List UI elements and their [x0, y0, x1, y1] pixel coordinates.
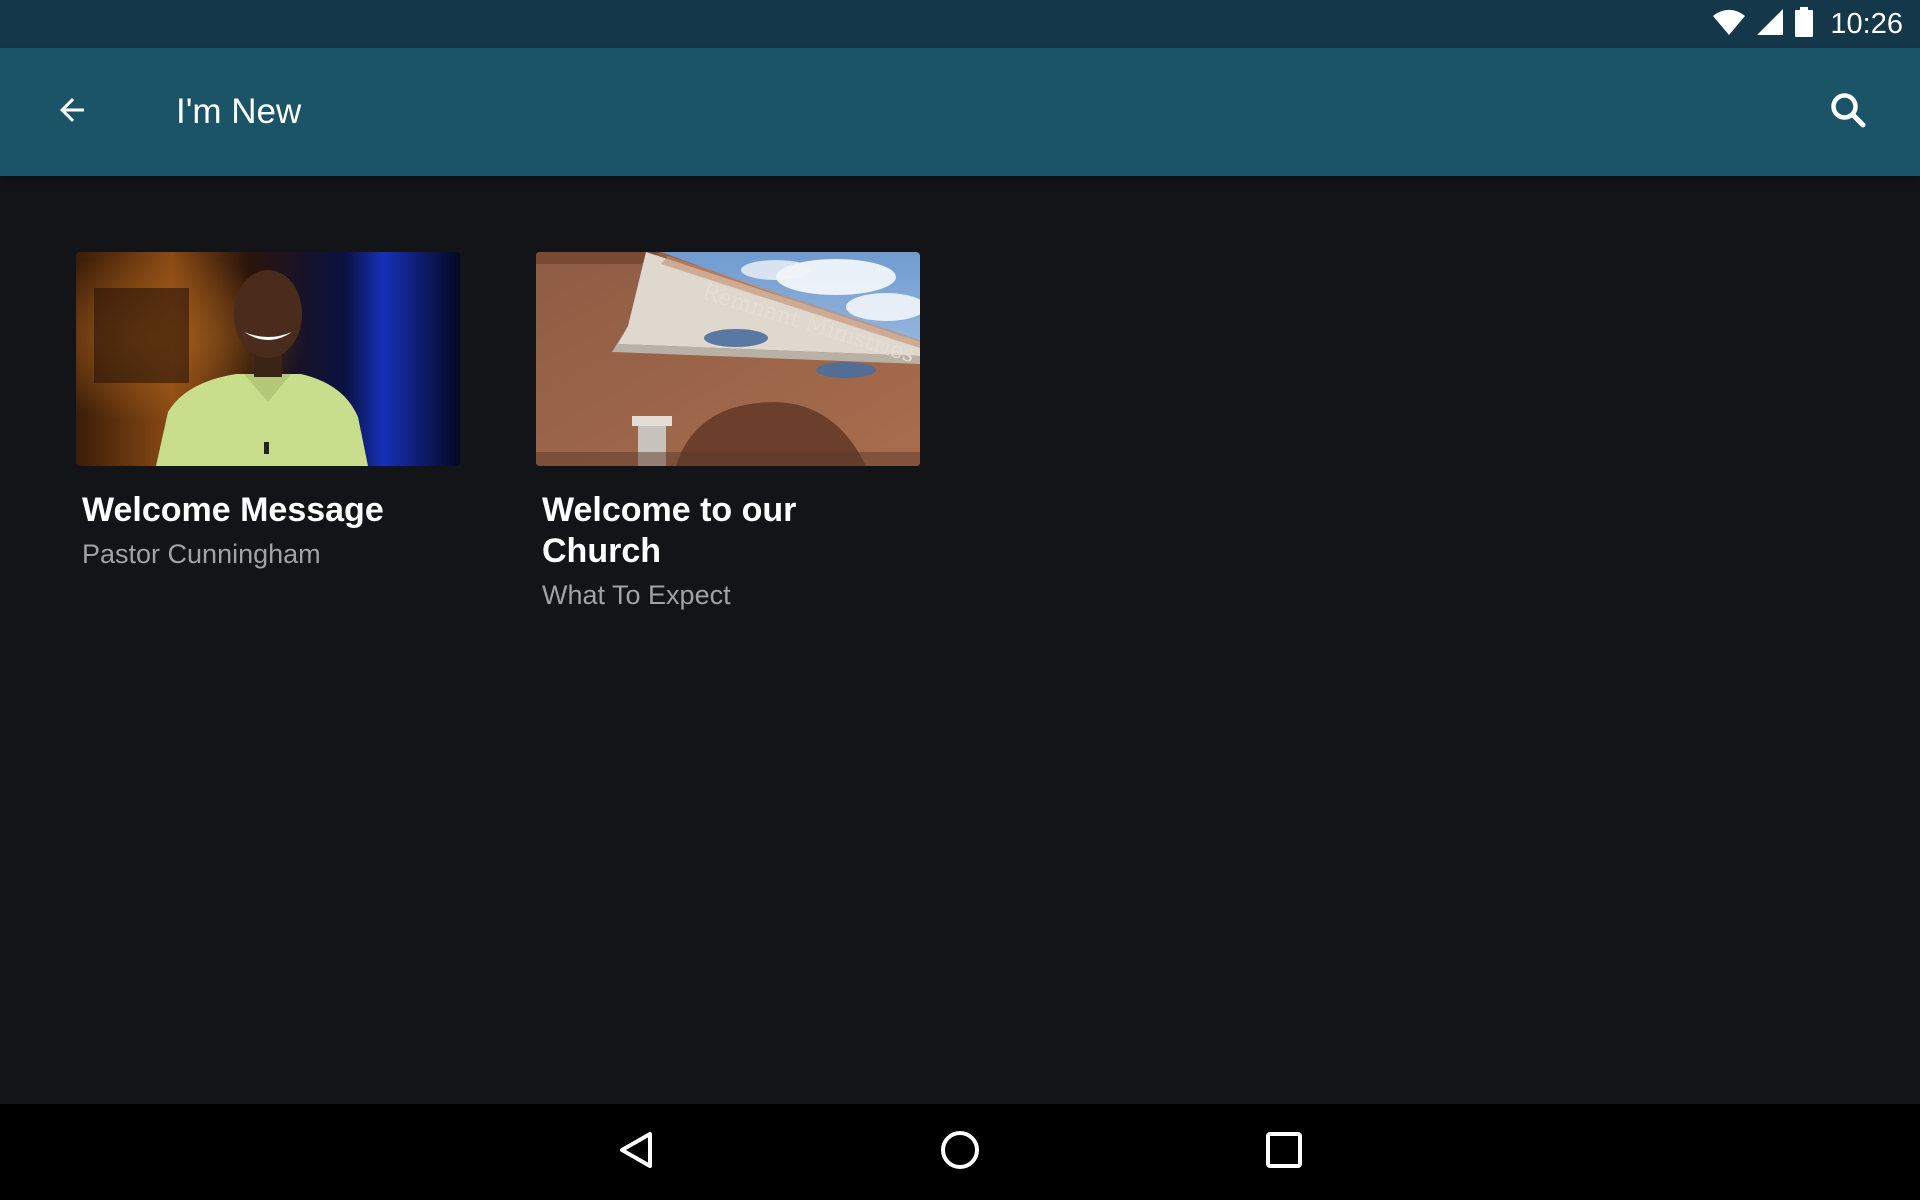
cell-signal-icon: [1756, 8, 1784, 41]
nav-recents-button[interactable]: [1252, 1120, 1316, 1184]
status-bar: 10:26: [0, 0, 1920, 48]
nav-home-icon: [939, 1129, 981, 1176]
arrow-back-icon: [54, 92, 90, 133]
page-title: I'm New: [176, 92, 302, 131]
nav-recents-icon: [1265, 1131, 1303, 1174]
card-title: Welcome Message: [82, 491, 384, 529]
nav-back-button[interactable]: [604, 1120, 668, 1184]
card-title: Welcome to our Church: [542, 491, 797, 570]
nav-home-button[interactable]: [928, 1120, 992, 1184]
church-building-thumbnail: Remnant Ministries: [536, 252, 920, 466]
status-time: 10:26: [1830, 7, 1903, 40]
card-subtitle: What To Expect: [542, 580, 731, 610]
battery-icon: [1794, 6, 1814, 42]
nav-back-icon: [616, 1130, 656, 1175]
media-card[interactable]: Remnant Ministries Welcome to our Church…: [536, 252, 920, 612]
pastor-video-thumbnail: [76, 252, 460, 466]
content-area: Welcome Message Pastor Cunningham Remnan…: [0, 176, 1920, 1104]
wifi-icon: [1712, 8, 1746, 41]
app-bar: I'm New: [0, 48, 1920, 176]
search-button[interactable]: [1816, 86, 1880, 138]
media-card[interactable]: Welcome Message Pastor Cunningham: [76, 252, 460, 571]
navigation-bar: [0, 1104, 1920, 1200]
card-subtitle: Pastor Cunningham: [82, 539, 321, 569]
search-icon: [1829, 91, 1867, 134]
status-icons: 10:26: [1712, 0, 1903, 48]
back-button[interactable]: [40, 86, 104, 138]
